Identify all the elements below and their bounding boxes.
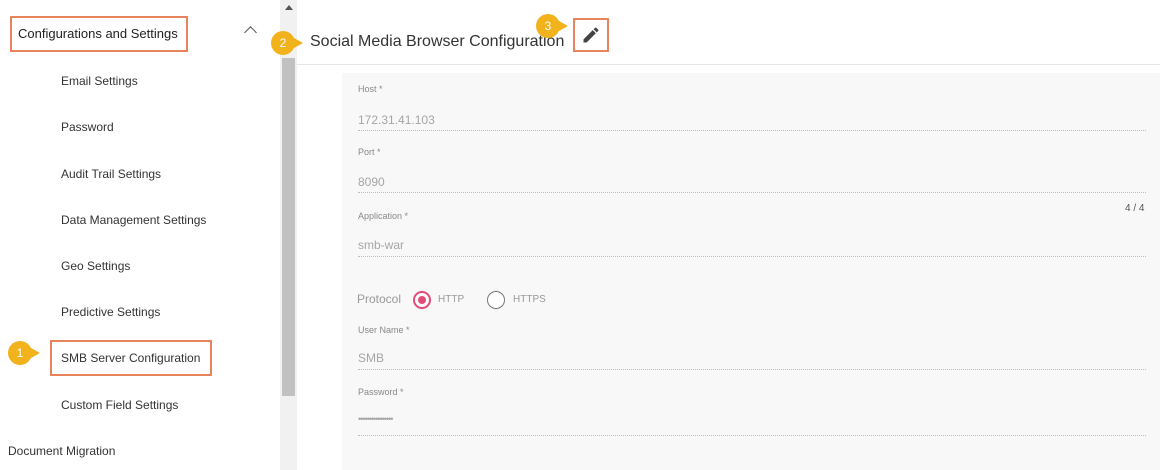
port-underline bbox=[358, 192, 1146, 193]
protocol-https-radio[interactable] bbox=[487, 291, 505, 309]
chevron-up-icon[interactable] bbox=[244, 26, 257, 39]
smb-config-form bbox=[342, 73, 1160, 470]
port-label: Port * bbox=[358, 147, 381, 157]
username-underline bbox=[358, 369, 1146, 370]
header-divider bbox=[297, 64, 1160, 65]
password-underline bbox=[358, 435, 1146, 436]
sidebar-item-document-migration[interactable]: Document Migration bbox=[8, 444, 115, 458]
sidebar-section-configurations[interactable]: Configurations and Settings bbox=[10, 16, 188, 52]
protocol-https-label[interactable]: HTTPS bbox=[513, 294, 546, 305]
scrollbar-thumb[interactable] bbox=[282, 58, 295, 396]
application-label: Application * bbox=[358, 211, 409, 221]
host-label: Host * bbox=[358, 84, 383, 94]
sidebar-item-smb-server-configuration[interactable]: SMB Server Configuration bbox=[50, 340, 212, 376]
sidebar-scrollbar[interactable] bbox=[280, 0, 297, 470]
page-title: Social Media Browser Configuration bbox=[310, 33, 565, 50]
protocol-http-label[interactable]: HTTP bbox=[438, 294, 464, 305]
sidebar-item-email-settings[interactable]: Email Settings bbox=[61, 71, 138, 91]
username-field[interactable]: SMB bbox=[358, 351, 384, 365]
sidebar-item-password[interactable]: Password bbox=[61, 117, 114, 137]
pencil-icon bbox=[583, 27, 599, 43]
application-underline bbox=[358, 256, 1146, 257]
edit-button[interactable] bbox=[573, 18, 609, 52]
sidebar-item-audit-trail-settings[interactable]: Audit Trail Settings bbox=[61, 164, 161, 184]
sidebar-item-data-management-settings[interactable]: Data Management Settings bbox=[61, 210, 206, 230]
settings-sidebar: Configurations and Settings Email Settin… bbox=[0, 0, 280, 470]
password-label: Password * bbox=[358, 387, 404, 397]
password-field[interactable]: •••••••••••••••• bbox=[358, 414, 393, 424]
username-label: User Name * bbox=[358, 325, 410, 335]
port-field[interactable]: 8090 bbox=[358, 175, 385, 189]
sidebar-item-predictive-settings[interactable]: Predictive Settings bbox=[61, 302, 160, 322]
application-field[interactable]: smb-war bbox=[358, 238, 404, 252]
protocol-http-radio[interactable] bbox=[413, 291, 431, 309]
scroll-up-arrow-icon[interactable] bbox=[285, 5, 293, 10]
application-char-counter: 4 / 4 bbox=[1125, 203, 1145, 214]
sidebar-item-custom-field-settings[interactable]: Custom Field Settings bbox=[61, 395, 178, 415]
protocol-label: Protocol bbox=[357, 292, 402, 306]
step-badge-1: 1 bbox=[8, 341, 40, 365]
host-underline bbox=[358, 130, 1146, 131]
sidebar-item-geo-settings[interactable]: Geo Settings bbox=[61, 256, 130, 276]
host-field[interactable]: 172.31.41.103 bbox=[358, 113, 435, 127]
step-badge-2: 2 bbox=[271, 31, 303, 55]
step-badge-3: 3 bbox=[536, 14, 568, 38]
